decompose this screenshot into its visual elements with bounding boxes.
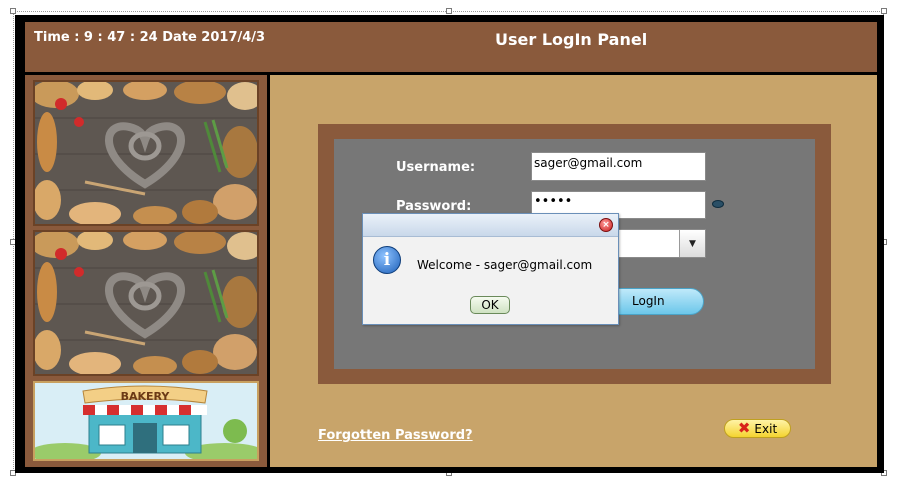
exit-button[interactable]: ✖ Exit [724, 419, 791, 438]
info-icon: i [373, 246, 401, 274]
bread-heart-image [33, 80, 259, 226]
show-password-eye-icon[interactable] [712, 200, 724, 208]
welcome-dialog: × i Welcome - sager@gmail.com OK [362, 213, 619, 325]
password-label: Password: [396, 199, 472, 214]
username-label: Username: [396, 160, 476, 175]
dialog-close-icon[interactable]: × [599, 218, 613, 232]
bakery-sign-text: BAKERY [121, 390, 171, 403]
dialog-title-bar: × [363, 214, 618, 237]
bread-heart-image [33, 230, 259, 376]
clock-label: Time : 9 : 47 : 24 Date 2017/4/3 [34, 30, 266, 45]
chevron-down-icon[interactable]: ▼ [679, 230, 705, 257]
resize-handle[interactable] [446, 8, 452, 14]
header-bar: Time : 9 : 47 : 24 Date 2017/4/3 User Lo… [25, 22, 877, 72]
forgot-password-link[interactable]: Forgotten Password? [318, 428, 473, 443]
resize-handle[interactable] [10, 8, 16, 14]
close-x-icon: ✖ [737, 419, 751, 437]
username-field[interactable]: sager@gmail.com [531, 152, 706, 181]
bakery-shop-image: BAKERY [33, 381, 259, 461]
welcome-message: Welcome - sager@gmail.com [417, 258, 593, 272]
exit-label: Exit [754, 421, 778, 436]
ok-button[interactable]: OK [470, 296, 510, 314]
sidebar: BAKERY [25, 75, 267, 467]
resize-handle[interactable] [881, 8, 887, 14]
panel-title: User LogIn Panel [495, 30, 648, 49]
